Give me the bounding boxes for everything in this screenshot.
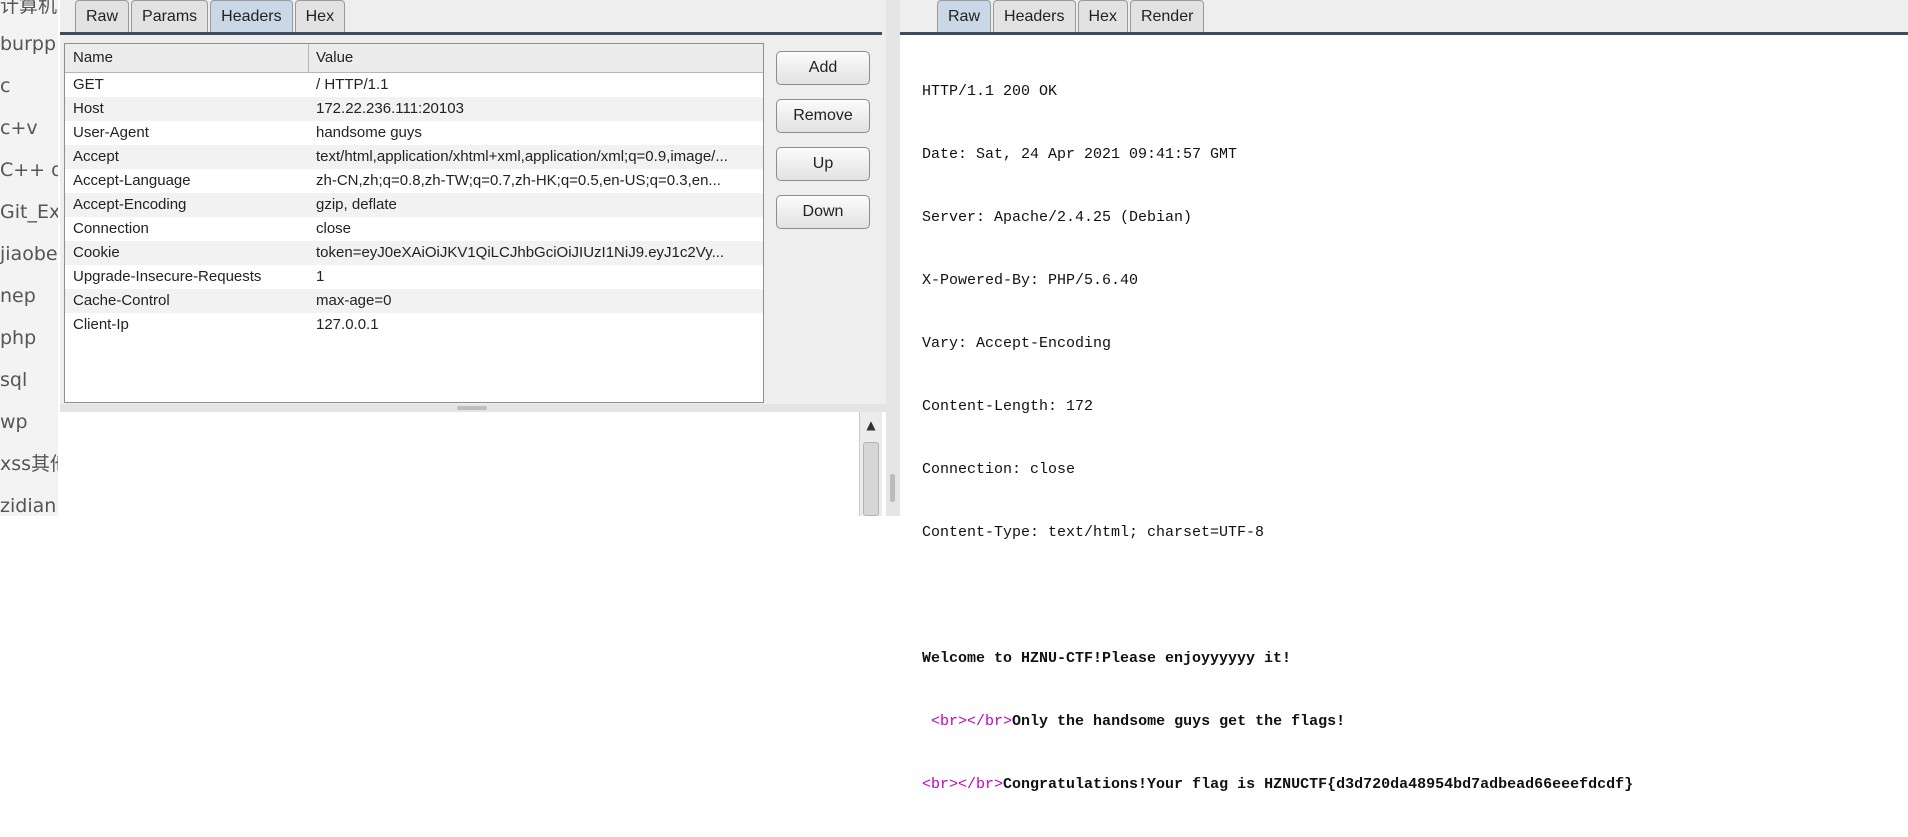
header-value: zh-CN,zh;q=0.8,zh-TW;q=0.7,zh-HK;q=0.5,e…: [316, 172, 721, 189]
tab-params[interactable]: Params: [131, 0, 209, 32]
pane-splitter[interactable]: [886, 0, 900, 516]
tab-headers[interactable]: Headers: [993, 0, 1076, 32]
sidebar-item[interactable]: Git_Ex: [0, 192, 58, 232]
response-header: Date: Sat, 24 Apr 2021 09:41:57 GMT: [922, 146, 1238, 163]
header-name: Cache-Control: [73, 292, 170, 309]
response-text[interactable]: HTTP/1.1 200 OK Date: Sat, 24 Apr 2021 0…: [922, 39, 1902, 837]
sidebar-item[interactable]: burpp: [0, 24, 56, 64]
response-pane: Raw Headers Hex Render HTTP/1.1 200 OK D…: [900, 0, 1908, 793]
table-body: GET / HTTP/1.1 Host 172.22.236.111:20103 U…: [65, 73, 763, 337]
br-open-tag: <br>: [931, 713, 968, 730]
response-header: Content-Length: 172: [922, 398, 1094, 415]
response-header: Vary: Accept-Encoding: [922, 335, 1112, 352]
br-close-tag: </br>: [958, 776, 1004, 793]
divider-grip-icon[interactable]: [457, 406, 487, 410]
response-header: X-Powered-By: PHP/5.6.40: [922, 272, 1139, 289]
table-row[interactable]: Cache-Control max-age=0: [65, 289, 763, 313]
column-header-name[interactable]: Name: [73, 44, 113, 72]
sidebar-item[interactable]: xss其他: [0, 444, 58, 484]
scroll-up-arrow-icon[interactable]: ▲: [860, 416, 882, 434]
tab-render[interactable]: Render: [1129, 0, 1205, 32]
header-name: Connection: [73, 220, 149, 237]
flag-text: Congratulations!Your flag is HZNUCTF{d3d…: [1003, 776, 1634, 793]
scroll-thumb[interactable]: [863, 442, 879, 516]
flag-line: <br></br>Congratulations!Your flag is HZ…: [922, 774, 1902, 795]
header-name: Client-Ip: [73, 316, 129, 333]
table-row[interactable]: GET / HTTP/1.1: [65, 73, 763, 97]
welcome-line: Welcome to HZNU-CTF!Please enjoyyyyyy it…: [922, 650, 1292, 667]
header-value: max-age=0: [316, 292, 392, 309]
up-button[interactable]: Up: [776, 147, 870, 181]
sidebar-item[interactable]: php: [0, 318, 36, 358]
response-header: Connection: close: [922, 461, 1076, 478]
remove-button[interactable]: Remove: [776, 99, 870, 133]
tab-hex[interactable]: Hex: [1077, 0, 1128, 32]
tab-raw[interactable]: Raw: [937, 0, 992, 32]
header-value: 172.22.236.111:20103: [316, 100, 464, 117]
header-value: 1: [316, 268, 325, 285]
sidebar-item[interactable]: wp: [0, 402, 28, 442]
header-value: handsome guys: [316, 124, 422, 141]
tab-underline: [60, 32, 882, 35]
header-value: close: [316, 220, 352, 237]
header-value: 127.0.0.1: [316, 316, 379, 333]
table-row[interactable]: Upgrade-Insecure-Requests 1: [65, 265, 763, 289]
sidebar-item[interactable]: 计算机: [0, 0, 57, 26]
header-name: GET: [73, 76, 104, 93]
column-header-value[interactable]: Value: [316, 44, 353, 72]
header-value: / HTTP/1.1: [316, 76, 389, 93]
table-row[interactable]: Host 172.22.236.111:20103: [65, 97, 763, 121]
table-row[interactable]: Accept-Encoding gzip, deflate: [65, 193, 763, 217]
sidebar-item[interactable]: C++ d: [0, 150, 58, 190]
tab-headers[interactable]: Headers: [210, 0, 293, 32]
column-separator[interactable]: [308, 44, 309, 72]
header-name: Accept-Encoding: [73, 196, 187, 213]
down-button[interactable]: Down: [776, 195, 870, 229]
br-open-tag: <br>: [922, 776, 959, 793]
header-value: gzip, deflate: [316, 196, 397, 213]
table-row[interactable]: User-Agent handsome guys: [65, 121, 763, 145]
table-row[interactable]: Client-Ip 127.0.0.1: [65, 313, 763, 337]
tab-underline: [900, 32, 1908, 35]
header-name: User-Agent: [73, 124, 149, 141]
table-row[interactable]: Cookie token=eyJ0eXAiOiJKV1QiLCJhbGciOiJI…: [65, 241, 763, 265]
splitter-grip-icon[interactable]: [890, 474, 895, 502]
handsome-text: Only the handsome guys get the flags!: [1012, 713, 1346, 730]
handsome-line: <br></br>Only the handsome guys get the …: [922, 711, 1902, 732]
header-value: text/html,application/xhtml+xml,applicat…: [316, 148, 728, 165]
sidebar-item[interactable]: c: [0, 66, 10, 106]
table-header: Name Value: [65, 44, 763, 73]
add-button[interactable]: Add: [776, 51, 870, 85]
header-name: Accept-Language: [73, 172, 191, 189]
request-pane: Raw Params Headers Hex Name Value GET / H…: [60, 0, 886, 516]
vertical-scrollbar[interactable]: ▲: [859, 412, 882, 516]
sidebar-item[interactable]: c+v: [0, 108, 38, 148]
header-name: Host: [73, 100, 104, 117]
status-line: HTTP/1.1 200 OK: [922, 83, 1058, 100]
header-name: Upgrade-Insecure-Requests: [73, 268, 262, 285]
table-row[interactable]: Accept-Language zh-CN,zh;q=0.8,zh-TW;q=0.…: [65, 169, 763, 193]
header-name: Cookie: [73, 244, 120, 261]
response-header: Content-Type: text/html; charset=UTF-8: [922, 524, 1265, 541]
body-editor[interactable]: [60, 412, 886, 516]
sidebar: 计算机 burpp c c+v C++ d Git_Ex jiaobe nep …: [0, 0, 58, 516]
sidebar-item[interactable]: sql: [0, 360, 27, 400]
tab-hex[interactable]: Hex: [294, 0, 346, 32]
request-tabs: Raw Params Headers Hex: [75, 0, 346, 33]
table-row[interactable]: Accept text/html,application/xhtml+xml,ap…: [65, 145, 763, 169]
sidebar-item[interactable]: zidian: [0, 486, 56, 516]
response-tabs: Raw Headers Hex Render: [937, 0, 1205, 33]
sidebar-item[interactable]: jiaobe: [0, 234, 58, 274]
response-header: Server: Apache/2.4.25 (Debian): [922, 209, 1193, 226]
br-close-tag: </br>: [967, 713, 1013, 730]
header-value: token=eyJ0eXAiOiJKV1QiLCJhbGciOiJIUzI1Ni…: [316, 244, 725, 261]
header-name: Accept: [73, 148, 119, 165]
tab-raw[interactable]: Raw: [75, 0, 130, 32]
table-row[interactable]: Connection close: [65, 217, 763, 241]
headers-table[interactable]: Name Value GET / HTTP/1.1 Host 172.22.236.…: [64, 43, 764, 403]
sidebar-item[interactable]: nep: [0, 276, 36, 316]
